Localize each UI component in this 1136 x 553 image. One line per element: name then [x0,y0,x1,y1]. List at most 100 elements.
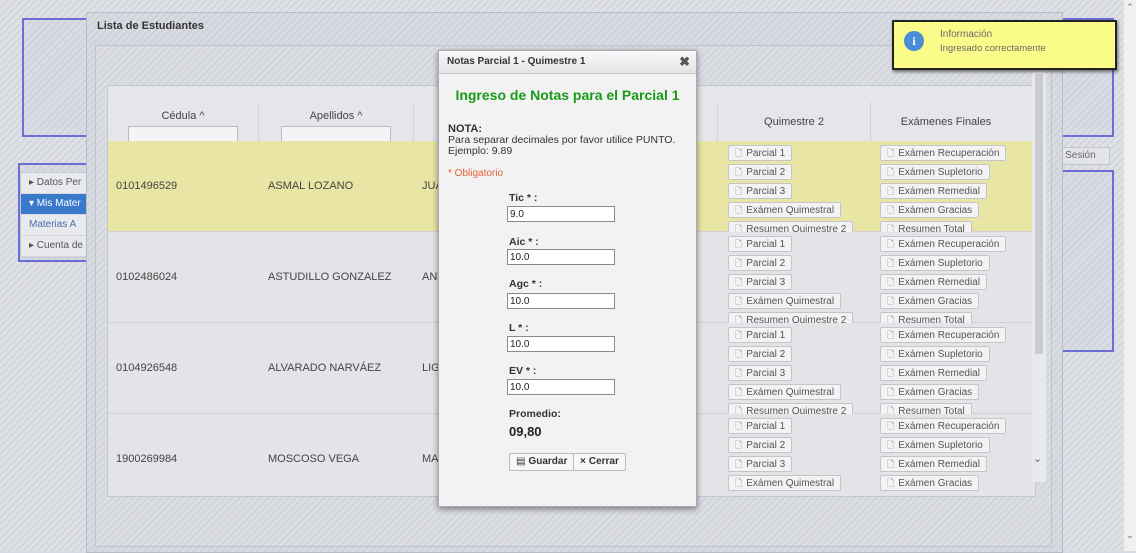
document-icon: 🗋 [887,277,895,287]
examen-quimestral-button[interactable]: 🗋 Exámen Quimestral [728,202,842,218]
examen-supletorio-button[interactable]: 🗋 Exámen Supletorio [880,164,990,180]
document-icon: 🗋 [887,349,895,359]
q2-buttons: 🗋 Parcial 1 🗋 Parcial 2 🗋 Parcial 3 🗋 Exámen… [728,327,854,422]
examen-recuperacion-button[interactable]: 🗋 Exámen Recuperación [880,236,1007,252]
examen-gracias-button[interactable]: 🗋 Exámen Gracias [880,475,980,491]
exam-buttons: 🗋 Exámen Recuperación 🗋 Exámen Supletorio … [880,236,1007,331]
left-top-panel [22,18,96,137]
cell-apellidos: ASMAL LOZANO [268,180,354,192]
document-icon: 🗋 [735,459,743,469]
parcial1-button[interactable]: 🗋 Parcial 1 [728,418,793,434]
save-icon: ▤ [516,456,526,467]
close-icon[interactable]: ✖ [679,51,690,73]
page-scrollbar[interactable]: ⌃ ⌄ [1124,0,1136,551]
document-icon: 🗋 [735,421,743,431]
parcial2-button[interactable]: 🗋 Parcial 2 [728,346,793,362]
document-icon: 🗋 [887,296,895,306]
document-icon: 🗋 [735,167,743,177]
examen-remedial-button[interactable]: 🗋 Exámen Remedial [880,456,987,472]
cell-cedula: 0102486024 [116,271,178,283]
grades-modal: Notas Parcial 1 - Quimestre 1 ✖ Ingreso … [438,50,697,507]
aic-input[interactable] [507,249,615,265]
examen-gracias-button[interactable]: 🗋 Exámen Gracias [880,293,980,309]
note-text: Para separar decimales por favor utilice… [448,134,676,157]
l-input[interactable] [507,336,615,352]
examen-supletorio-button[interactable]: 🗋 Exámen Supletorio [880,255,990,271]
document-icon: 🗋 [887,478,895,488]
filter-apellidos-input[interactable] [281,126,391,142]
parcial1-button[interactable]: 🗋 Parcial 1 [728,327,793,343]
examen-quimestral-button[interactable]: 🗋 Exámen Quimestral [728,384,842,400]
parcial3-button[interactable]: 🗋 Parcial 3 [728,274,793,290]
header-apellidos[interactable]: Apellidos ^ [259,102,414,146]
filter-cedula-input[interactable] [128,126,238,142]
examen-quimestral-button[interactable]: 🗋 Exámen Quimestral [728,293,842,309]
examen-supletorio-button[interactable]: 🗋 Exámen Supletorio [880,437,990,453]
document-icon: 🗋 [735,148,743,158]
document-icon: 🗋 [887,421,895,431]
examen-recuperacion-button[interactable]: 🗋 Exámen Recuperación [880,145,1007,161]
table-scrollbar-thumb[interactable] [1035,74,1043,354]
save-button[interactable]: ▤ Guardar [509,453,575,471]
cell-apellidos: ASTUDILLO GONZALEZ [268,271,392,283]
table-scrollbar[interactable] [1032,72,1046,482]
panel-title: Lista de Estudiantes [97,20,204,32]
promedio-value: 09,80 [509,424,542,439]
menu-item-cuenta[interactable]: ▸ Cuenta de [21,236,91,257]
document-icon: 🗋 [887,330,895,340]
notification-message: Ingresado correctamente [940,43,1046,54]
examen-recuperacion-button[interactable]: 🗋 Exámen Recuperación [880,327,1007,343]
cell-cedula: 1900269984 [116,453,178,465]
examen-supletorio-button[interactable]: 🗋 Exámen Supletorio [880,346,990,362]
document-icon: 🗋 [887,205,895,215]
parcial2-button[interactable]: 🗋 Parcial 2 [728,255,793,271]
q2-buttons: 🗋 Parcial 1 🗋 Parcial 2 🗋 Parcial 3 🗋 Exámen… [728,418,842,494]
document-icon: 🗋 [887,459,895,469]
menu-item-materias[interactable]: Materias A [21,215,91,236]
examen-remedial-button[interactable]: 🗋 Exámen Remedial [880,365,987,381]
agc-label: Agc * : [509,278,543,290]
examen-gracias-button[interactable]: 🗋 Exámen Gracias [880,384,980,400]
examen-gracias-button[interactable]: 🗋 Exámen Gracias [880,202,980,218]
close-button[interactable]: × Cerrar [573,453,626,471]
parcial2-button[interactable]: 🗋 Parcial 2 [728,437,793,453]
logout-button[interactable]: r Sesión [1062,147,1110,165]
menu-item-mis-materias[interactable]: ▾ Mis Mater [21,194,91,215]
examen-remedial-button[interactable]: 🗋 Exámen Remedial [880,274,987,290]
agc-input[interactable] [507,293,615,309]
parcial2-button[interactable]: 🗋 Parcial 2 [728,164,793,180]
modal-header: Notas Parcial 1 - Quimestre 1 ✖ [439,51,696,74]
modal-header-title: Notas Parcial 1 - Quimestre 1 [447,56,586,67]
parcial3-button[interactable]: 🗋 Parcial 3 [728,365,793,381]
tic-input[interactable] [507,206,615,222]
menu-item-datos[interactable]: ▸ Datos Per [21,173,91,194]
aic-label: Aic * : [509,236,539,248]
document-icon: 🗋 [735,330,743,340]
chevron-down-icon[interactable]: ⌄ [1033,452,1042,465]
document-icon: 🗋 [735,478,743,488]
cell-cedula: 0101496529 [116,180,178,192]
parcial3-button[interactable]: 🗋 Parcial 3 [728,456,793,472]
document-icon: 🗋 [735,239,743,249]
examen-quimestral-button[interactable]: 🗋 Exámen Quimestral [728,475,842,491]
header-cedula[interactable]: Cédula ^ [108,102,259,146]
promedio-label: Promedio: [509,408,561,420]
close-icon: × [580,456,586,467]
document-icon: 🗋 [887,186,895,196]
document-icon: 🗋 [887,167,895,177]
scroll-up-icon[interactable]: ⌃ [1124,2,1136,13]
q2-buttons: 🗋 Parcial 1 🗋 Parcial 2 🗋 Parcial 3 🗋 Exámen… [728,145,854,240]
document-icon: 🗋 [735,368,743,378]
exam-buttons: 🗋 Exámen Recuperación 🗋 Exámen Supletorio … [880,327,1007,422]
scroll-down-icon[interactable]: ⌄ [1124,530,1136,541]
parcial1-button[interactable]: 🗋 Parcial 1 [728,145,793,161]
parcial3-button[interactable]: 🗋 Parcial 3 [728,183,793,199]
document-icon: 🗋 [735,440,743,450]
required-note: * Obligatorio [448,168,504,179]
examen-remedial-button[interactable]: 🗋 Exámen Remedial [880,183,987,199]
q2-buttons: 🗋 Parcial 1 🗋 Parcial 2 🗋 Parcial 3 🗋 Exámen… [728,236,854,331]
info-notification: i Información Ingresado correctamente [892,20,1117,70]
ev-input[interactable] [507,379,615,395]
examen-recuperacion-button[interactable]: 🗋 Exámen Recuperación [880,418,1007,434]
parcial1-button[interactable]: 🗋 Parcial 1 [728,236,793,252]
